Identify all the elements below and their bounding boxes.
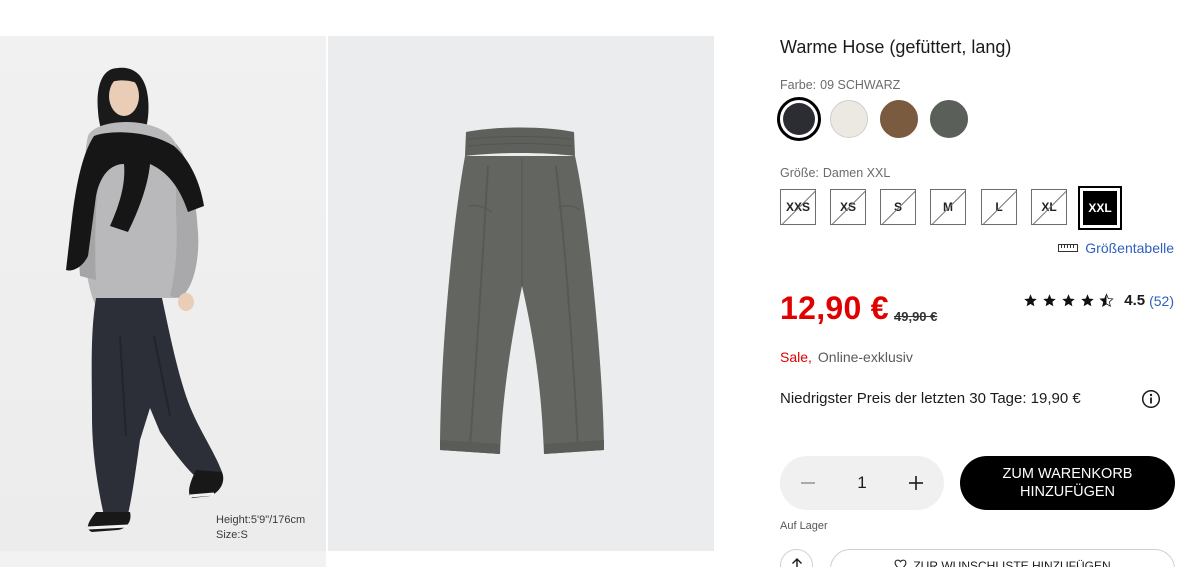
arrow-up-icon [791, 558, 802, 567]
size-option-m[interactable]: M [930, 189, 966, 225]
star-full-icon [1024, 294, 1037, 307]
lowest-price-info: Niedrigster Preis der letzten 30 Tage: 1… [780, 390, 1081, 407]
rating-count-link[interactable]: (52) [1149, 293, 1174, 309]
size-option-xxs[interactable]: XXS [780, 189, 816, 225]
size-label: Größe: Damen XXL [780, 166, 894, 180]
quantity-stepper: 1 [780, 456, 944, 510]
ruler-icon [1058, 244, 1079, 252]
add-to-cart-label: ZUM WARENKORB HINZUFÜGEN [1002, 466, 1133, 500]
color-label-value: 09 SCHWARZ [820, 78, 901, 92]
color-swatch-off-white[interactable] [830, 100, 868, 138]
model-caption: Height:5'9"/176cm Size:S [216, 513, 305, 543]
size-option-l[interactable]: L [981, 189, 1017, 225]
rating-value: 4.5 [1124, 292, 1146, 309]
info-icon[interactable] [1141, 389, 1161, 409]
product-rating: 4.5 (52) [1023, 292, 1174, 309]
star-full-icon [1062, 294, 1075, 307]
size-label-value: Damen XXL [822, 166, 891, 180]
product-gallery: Height:5'9"/176cm Size:S [0, 36, 714, 551]
sale-badge: Sale, [780, 349, 812, 365]
heart-icon [894, 559, 907, 567]
minus-icon [801, 482, 815, 484]
size-option-xxl[interactable]: XXL [1078, 186, 1122, 230]
star-half-icon [1099, 293, 1114, 308]
model-photo[interactable]: Height:5'9"/176cm Size:S [0, 36, 326, 551]
size-option-xs[interactable]: XS [830, 189, 866, 225]
color-swatch-brown[interactable] [880, 100, 918, 138]
size-chart-link[interactable]: Größentabelle [1058, 240, 1174, 256]
product-title: Warme Hose (gefüttert, lang) [780, 37, 1012, 57]
share-button[interactable] [780, 549, 813, 567]
model-illustration [66, 67, 224, 532]
star-full-icon [1043, 294, 1056, 307]
size-option-label: XXL [1083, 191, 1117, 225]
online-exclusive-badge: Online-exklusiv [817, 349, 913, 365]
product-badges: Sale, Online-exklusiv [780, 349, 913, 365]
model-size: Size:S [216, 529, 248, 541]
add-to-cart-button[interactable]: ZUM WARENKORB HINZUFÜGEN [960, 456, 1175, 510]
gallery-next-row [0, 551, 714, 567]
color-label: Farbe: 09 SCHWARZ [780, 78, 904, 92]
increase-quantity-button[interactable] [906, 473, 926, 493]
plus-icon [909, 476, 923, 490]
size-label-key: Größe: [780, 166, 819, 180]
star-full-icon [1081, 294, 1094, 307]
add-to-wishlist-button[interactable]: ZUR WUNSCHLISTE HINZUFÜGEN [830, 549, 1175, 567]
size-option-s[interactable]: S [880, 189, 916, 225]
quantity-value[interactable]: 1 [857, 473, 866, 493]
product-page: Height:5'9"/176cm Size:S Warme Hose (gef… [0, 0, 1200, 567]
original-price: 49,90 € [894, 309, 938, 324]
product-info-panel: Warme Hose (gefüttert, lang) Farbe: 09 SC… [777, 0, 1180, 567]
rating-stars [1023, 293, 1118, 308]
size-chart-label: Größentabelle [1085, 240, 1174, 256]
decrease-quantity-button[interactable] [798, 473, 818, 493]
model-height: Height:5'9"/176cm [216, 514, 306, 526]
product-photo[interactable] [328, 36, 714, 551]
wishlist-label: ZUR WUNSCHLISTE HINZUFÜGEN [913, 559, 1111, 567]
color-label-key: Farbe: [780, 78, 817, 92]
color-swatch-olive[interactable] [930, 100, 968, 138]
color-swatch-black[interactable] [777, 97, 821, 141]
sale-price: 12,90 € [780, 290, 889, 326]
stock-status: Auf Lager [780, 520, 828, 532]
pants-illustration [440, 127, 604, 454]
size-option-xl[interactable]: XL [1031, 189, 1067, 225]
